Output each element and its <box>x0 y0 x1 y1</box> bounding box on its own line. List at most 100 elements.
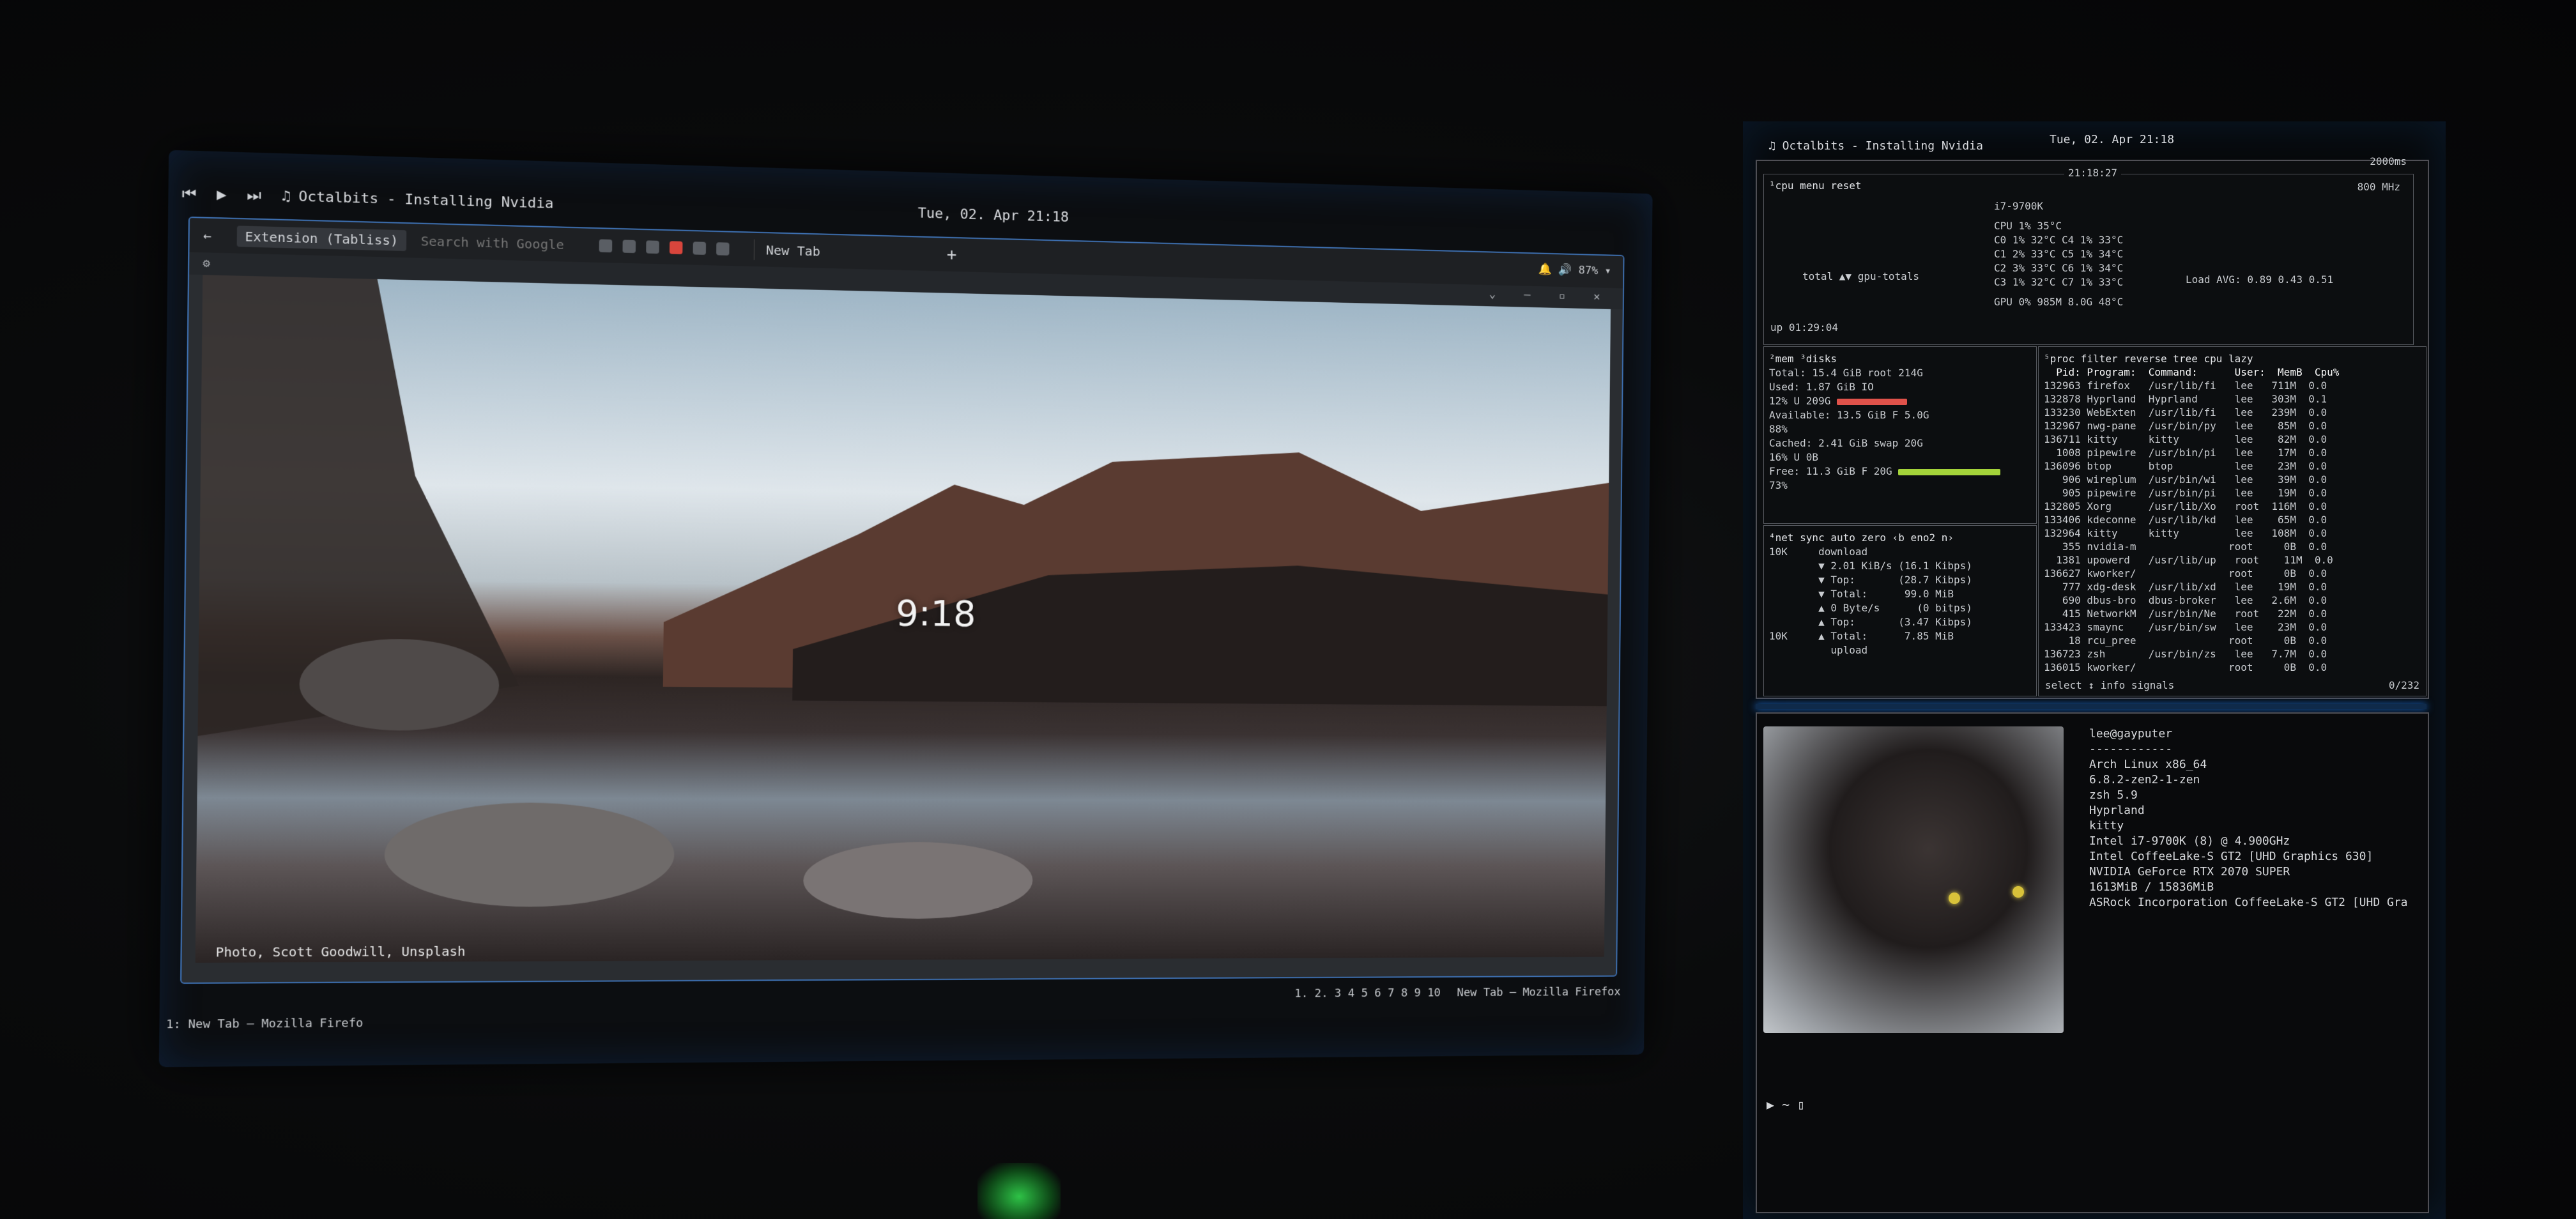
proc-row[interactable]: 136711 kitty kitty lee 82M 0.0 <box>2044 433 2421 446</box>
proc-row[interactable]: 1381 upowerd /usr/lib/up root 11M 0.0 <box>2044 553 2421 567</box>
proc-row[interactable]: 133423 smaync /usr/bin/sw lee 23M 0.0 <box>2044 620 2421 634</box>
proc-row[interactable]: 905 pipewire /usr/bin/pi lee 19M 0.0 <box>2044 486 2421 500</box>
cat-eye <box>2012 886 2024 898</box>
search-input[interactable] <box>419 232 594 254</box>
proc-title[interactable]: ⁵proc filter reverse tree cpu lazy <box>2044 352 2421 365</box>
cpu-panel: ¹cpu menu reset 21:18:27 2000ms i7-9700K… <box>1763 155 2414 345</box>
cpu-row: C1 2% 33°C C5 1% 34°C <box>1994 248 2124 260</box>
terminal-window[interactable]: lee@gayputer ------------ Arch Linux x86_6… <box>1756 712 2429 1213</box>
sysinfo-line: Intel CoffeeLake-S GT2 [UHD Graphics 630… <box>2089 850 2373 863</box>
cpu-freq: 800 MHz <box>2357 181 2400 193</box>
mem-panel: ²mem ³disks Total: 15.4 GiB root 214G Us… <box>1763 346 2037 524</box>
shell-prompt[interactable]: ▶ ~ ▯ <box>1767 1097 1805 1112</box>
gear-icon[interactable]: ⚙ <box>203 256 210 270</box>
photo-credit: Photo, Scott Goodwill, Unsplash <box>215 943 466 960</box>
tab-new-tab[interactable]: New Tab <box>753 239 832 263</box>
proc-row[interactable]: 133406 kdeconne /usr/lib/kd lee 65M 0.0 <box>2044 513 2421 526</box>
proc-row[interactable]: 355 nvidia-m root 0B 0.0 <box>2044 540 2421 553</box>
proc-footer[interactable]: select ↕ info signals <box>2045 678 2174 692</box>
skip-back-icon[interactable]: ⏮ <box>182 184 197 203</box>
mem-row: Cached: 2.41 GiB swap 20G <box>1769 437 1923 449</box>
active-window-title: New Tab — Mozilla Firefox <box>1457 985 1621 1000</box>
sysinfo-line: ASRock Incorporation CoffeeLake-S GT2 [U… <box>2089 896 2408 909</box>
workspaces-bar[interactable]: 1. 2. 3 4 5 6 7 8 9 10 New Tab — Mozilla… <box>1294 985 1620 1000</box>
cpu-row: C2 3% 33°C C6 1% 34°C <box>1994 262 2124 274</box>
net-title[interactable]: ⁴net sync auto zero ‹b eno2 n› <box>1769 531 2031 545</box>
net-row: 10K download <box>1769 546 1868 558</box>
mem-row: 16% U 0B <box>1769 451 1819 463</box>
uptime: up 01:29:04 <box>1770 321 1838 334</box>
proc-row[interactable]: 136096 btop btop lee 23M 0.0 <box>2044 459 2421 473</box>
browser-window: ← Extension (Tabliss) New Tab + 🔔 🔊 87% … <box>180 216 1625 984</box>
net-row: upload <box>1769 644 1868 656</box>
social-links[interactable]: ▣ ✉ ◈ ✦ <box>892 956 1077 963</box>
net-row: 10K ▲ Total: 7.85 MiB <box>1769 630 1954 642</box>
clock: Tue, 02. Apr 21:18 <box>917 205 1069 226</box>
menu-icon[interactable] <box>693 241 706 255</box>
proc-count: 0/232 <box>2388 679 2419 691</box>
cpu-model: i7-9700K <box>1994 200 2044 212</box>
proc-row[interactable]: 132967 nwg-pane /usr/bin/py lee 85M 0.0 <box>2044 419 2421 433</box>
proc-row[interactable]: 132964 kitty kitty lee 108M 0.0 <box>2044 526 2421 540</box>
proc-row[interactable]: 136627 kworker/ root 0B 0.0 <box>2044 567 2421 580</box>
wallpaper-photo: 9:18 ▣ ✉ ◈ ✦ ← ▪ → Photo, Scott Goodwill… <box>195 275 1611 963</box>
play-icon[interactable]: ▶ <box>217 185 227 204</box>
sysinfo-line: Hyprland <box>2089 804 2145 817</box>
net-row: ▼ 2.01 KiB/s (16.1 Kibps) <box>1769 560 1972 572</box>
cat-eye <box>1949 893 1960 904</box>
mem-title[interactable]: ²mem ³disks <box>1769 352 2031 366</box>
now-playing: Octalbits - Installing Nvidia <box>298 188 554 212</box>
status-tray[interactable]: 🔔 🔊 87% ▾ <box>1538 263 1611 277</box>
shield-icon[interactable] <box>599 239 613 253</box>
proc-row[interactable]: 690 dbus-bro dbus-broker lee 2.6M 0.0 <box>2044 594 2421 607</box>
proc-row[interactable]: 1008 pipewire /usr/bin/pi lee 17M 0.0 <box>2044 446 2421 459</box>
new-tab-button[interactable]: + <box>947 245 957 264</box>
update-rate[interactable]: 2000ms <box>2370 155 2407 167</box>
cpu-core-list: CPU 1% 35°C C0 1% 32°C C4 1% 33°C C1 2% … <box>1994 219 2123 289</box>
fastfetch-output: lee@gayputer ------------ Arch Linux x86_6… <box>2089 726 2408 910</box>
sysinfo-line: Intel i7-9700K (8) @ 4.900GHz <box>2089 834 2290 848</box>
workspace-list[interactable]: 1. 2. 3 4 5 6 7 8 9 10 <box>1294 986 1441 1000</box>
ublock-icon[interactable] <box>669 241 683 255</box>
net-panel: ⁴net sync auto zero ‹b eno2 n› 10K downl… <box>1763 525 2037 696</box>
proc-row[interactable]: 136723 zsh /usr/bin/zs lee 7.7M 0.0 <box>2044 647 2421 661</box>
proc-row[interactable]: 415 NetworkM /usr/bin/Ne root 22M 0.0 <box>2044 607 2421 620</box>
sysinfo-line: kitty <box>2089 819 2124 832</box>
extension-button[interactable]: Extension (Tabliss) <box>236 226 407 252</box>
gpu-row: GPU 0% 985M 8.0G 48°C <box>1994 296 2124 308</box>
proc-row[interactable]: 132963 firefox /usr/lib/fi lee 711M 0.0 <box>2044 379 2421 392</box>
github-icon[interactable] <box>622 240 636 254</box>
cpu-row: C3 1% 32°C C7 1% 33°C <box>1994 276 2124 288</box>
now-playing: ♫ Octalbits - Installing Nvidia <box>1768 139 1983 153</box>
proc-row[interactable]: 777 xdg-desk /usr/lib/xd lee 19M 0.0 <box>2044 580 2421 594</box>
proc-row[interactable]: 18 rcu_pree root 0B 0.0 <box>2044 634 2421 647</box>
top-bar-right: ♫ Octalbits - Installing Nvidia Tue, 02.… <box>1756 133 2433 158</box>
music-icon: ♫ <box>281 187 291 205</box>
proc-row[interactable]: 906 wireplum /usr/bin/wi lee 39M 0.0 <box>2044 473 2421 486</box>
taskbar[interactable]: 1: New Tab — Mozilla Firefo <box>166 1016 364 1032</box>
proc-row[interactable]: 133230 WebExten /usr/lib/fi lee 239M 0.0 <box>2044 406 2421 419</box>
proc-row[interactable]: 132878 Hyprland Hyprland lee 303M 0.1 <box>2044 392 2421 406</box>
extension-icon[interactable] <box>645 240 659 254</box>
back-icon[interactable]: ← <box>203 227 211 243</box>
proc-list: 132963 firefox /usr/lib/fi lee 711M 0.0 1… <box>2044 379 2421 674</box>
sidebar-icon[interactable] <box>716 242 730 256</box>
mem-row: 73% <box>1769 479 1788 491</box>
cpu-header[interactable]: ¹cpu menu reset <box>1769 180 1862 192</box>
mem-row: 12% U 209G <box>1769 394 2031 408</box>
proc-row[interactable]: 136015 kworker/ root 0B 0.0 <box>2044 661 2421 674</box>
sysinfo-line: 1613MiB / 15836MiB <box>2089 880 2214 894</box>
sysinfo-line: Arch Linux x86_64 <box>2089 758 2207 771</box>
mem-row: Total: 15.4 GiB root 214G <box>1769 367 1923 379</box>
btop-time: 21:18:27 <box>2064 167 2122 179</box>
disk-bar <box>1836 398 1907 405</box>
mem-row: Available: 13.5 GiB F 5.0G <box>1769 409 1929 421</box>
mem-row: Free: 11.3 GiB F 20G <box>1769 464 2031 479</box>
skip-forward-icon[interactable]: ⏭ <box>247 186 261 204</box>
proc-row[interactable]: 132805 Xorg /usr/lib/Xo root 116M 0.0 <box>2044 500 2421 513</box>
net-row: ▲ Top: (3.47 Kibps) <box>1769 616 1972 628</box>
window-border-glow <box>1756 704 2426 709</box>
clock: Tue, 02. Apr 21:18 <box>2050 133 2175 146</box>
window-controls[interactable]: ⌄ – ▫ ✕ <box>1489 288 1611 303</box>
proc-header: Pid: Program: Command: User: MemB Cpu% <box>2044 366 2340 378</box>
